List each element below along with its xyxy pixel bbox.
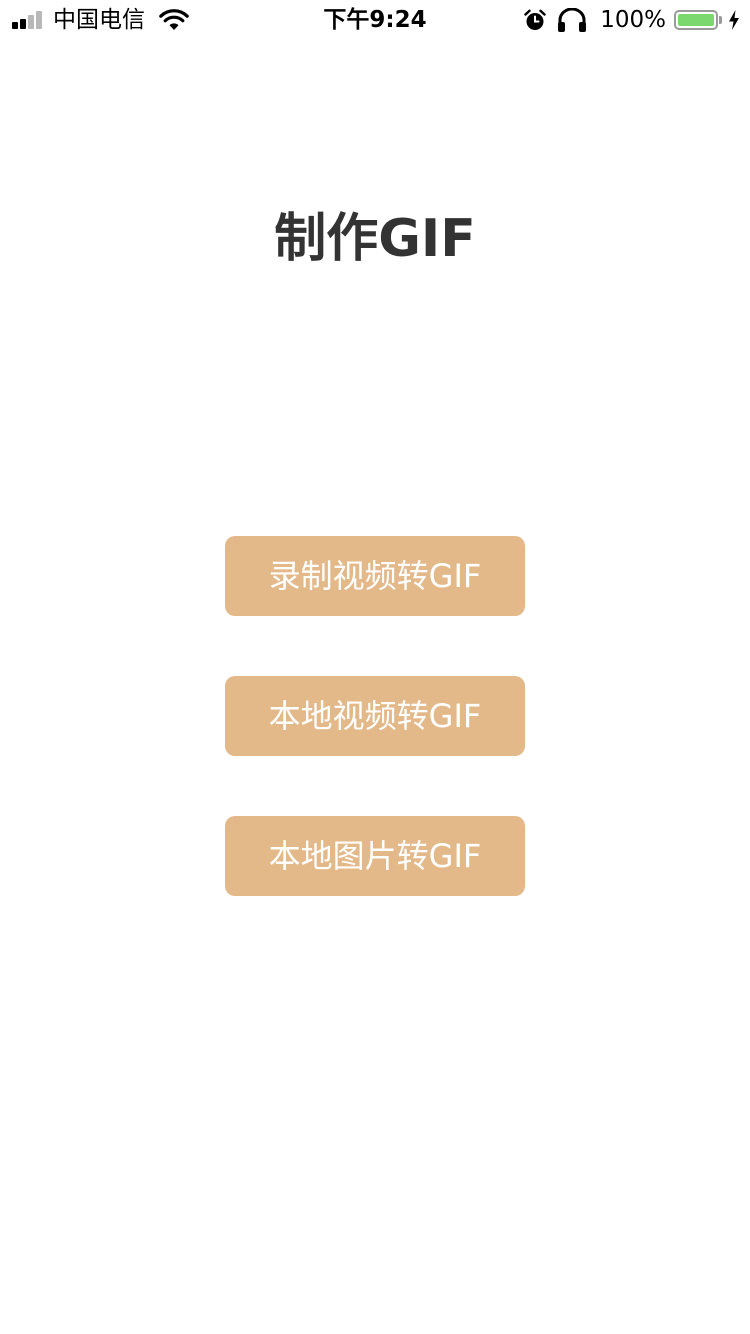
battery-level-fill (678, 14, 714, 26)
battery-percentage: 100% (600, 7, 666, 33)
alarm-icon (524, 9, 546, 30)
status-bar-right: 100% (524, 6, 740, 34)
status-bar: 中国电信 下午9:24 100% (0, 0, 750, 40)
battery-icon (674, 10, 718, 30)
battery-cap (719, 16, 722, 24)
record-video-to-gif-button[interactable]: 录制视频转GIF (225, 536, 525, 616)
page-title: 制作GIF (274, 209, 476, 269)
headphones-icon (558, 8, 587, 32)
local-video-to-gif-button[interactable]: 本地视频转GIF (225, 676, 525, 756)
local-images-to-gif-button[interactable]: 本地图片转GIF (225, 816, 525, 896)
charging-bolt-icon (729, 10, 739, 30)
